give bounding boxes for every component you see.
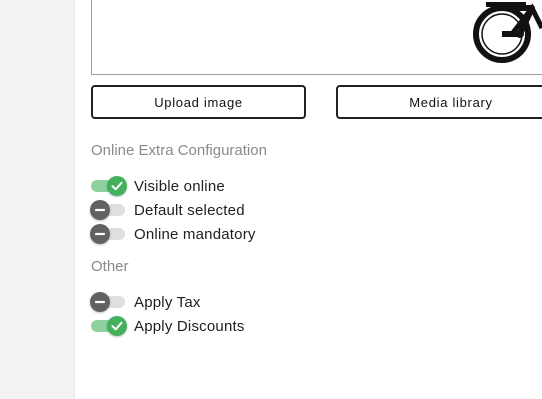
visible-online-label: Visible online <box>134 177 225 195</box>
apply-tax-label: Apply Tax <box>134 293 201 311</box>
other-section-title: Other <box>91 258 129 275</box>
toggle-knob <box>90 292 110 312</box>
default-selected-toggle[interactable] <box>90 200 128 220</box>
left-sidebar <box>0 0 75 399</box>
toggle-row-default-selected[interactable]: Default selected <box>90 200 245 220</box>
minus-icon <box>94 300 106 304</box>
toggle-row-online-mandatory[interactable]: Online mandatory <box>90 224 256 244</box>
online-config-title: Online Extra Configuration <box>91 142 267 159</box>
apply-tax-toggle[interactable] <box>90 292 128 312</box>
upload-image-button[interactable]: Upload image <box>91 85 306 119</box>
default-selected-label: Default selected <box>134 201 245 219</box>
check-icon <box>111 181 123 191</box>
minus-icon <box>94 208 106 212</box>
toggle-knob <box>90 200 110 220</box>
apply-discounts-toggle[interactable] <box>90 316 128 336</box>
online-mandatory-toggle[interactable] <box>90 224 128 244</box>
bicycle-icon <box>473 2 542 63</box>
visible-online-toggle[interactable] <box>90 176 128 196</box>
toggle-knob <box>107 316 127 336</box>
online-mandatory-label: Online mandatory <box>134 225 256 243</box>
media-library-button[interactable]: Media library <box>336 85 542 119</box>
toggle-row-apply-discounts[interactable]: Apply Discounts <box>90 316 245 336</box>
toggle-row-visible-online[interactable]: Visible online <box>90 176 225 196</box>
check-icon <box>111 321 123 331</box>
image-preview <box>91 0 542 75</box>
minus-icon <box>94 232 106 236</box>
toggle-knob <box>107 176 127 196</box>
toggle-row-apply-tax[interactable]: Apply Tax <box>90 292 201 312</box>
toggle-knob <box>90 224 110 244</box>
apply-discounts-label: Apply Discounts <box>134 317 245 335</box>
